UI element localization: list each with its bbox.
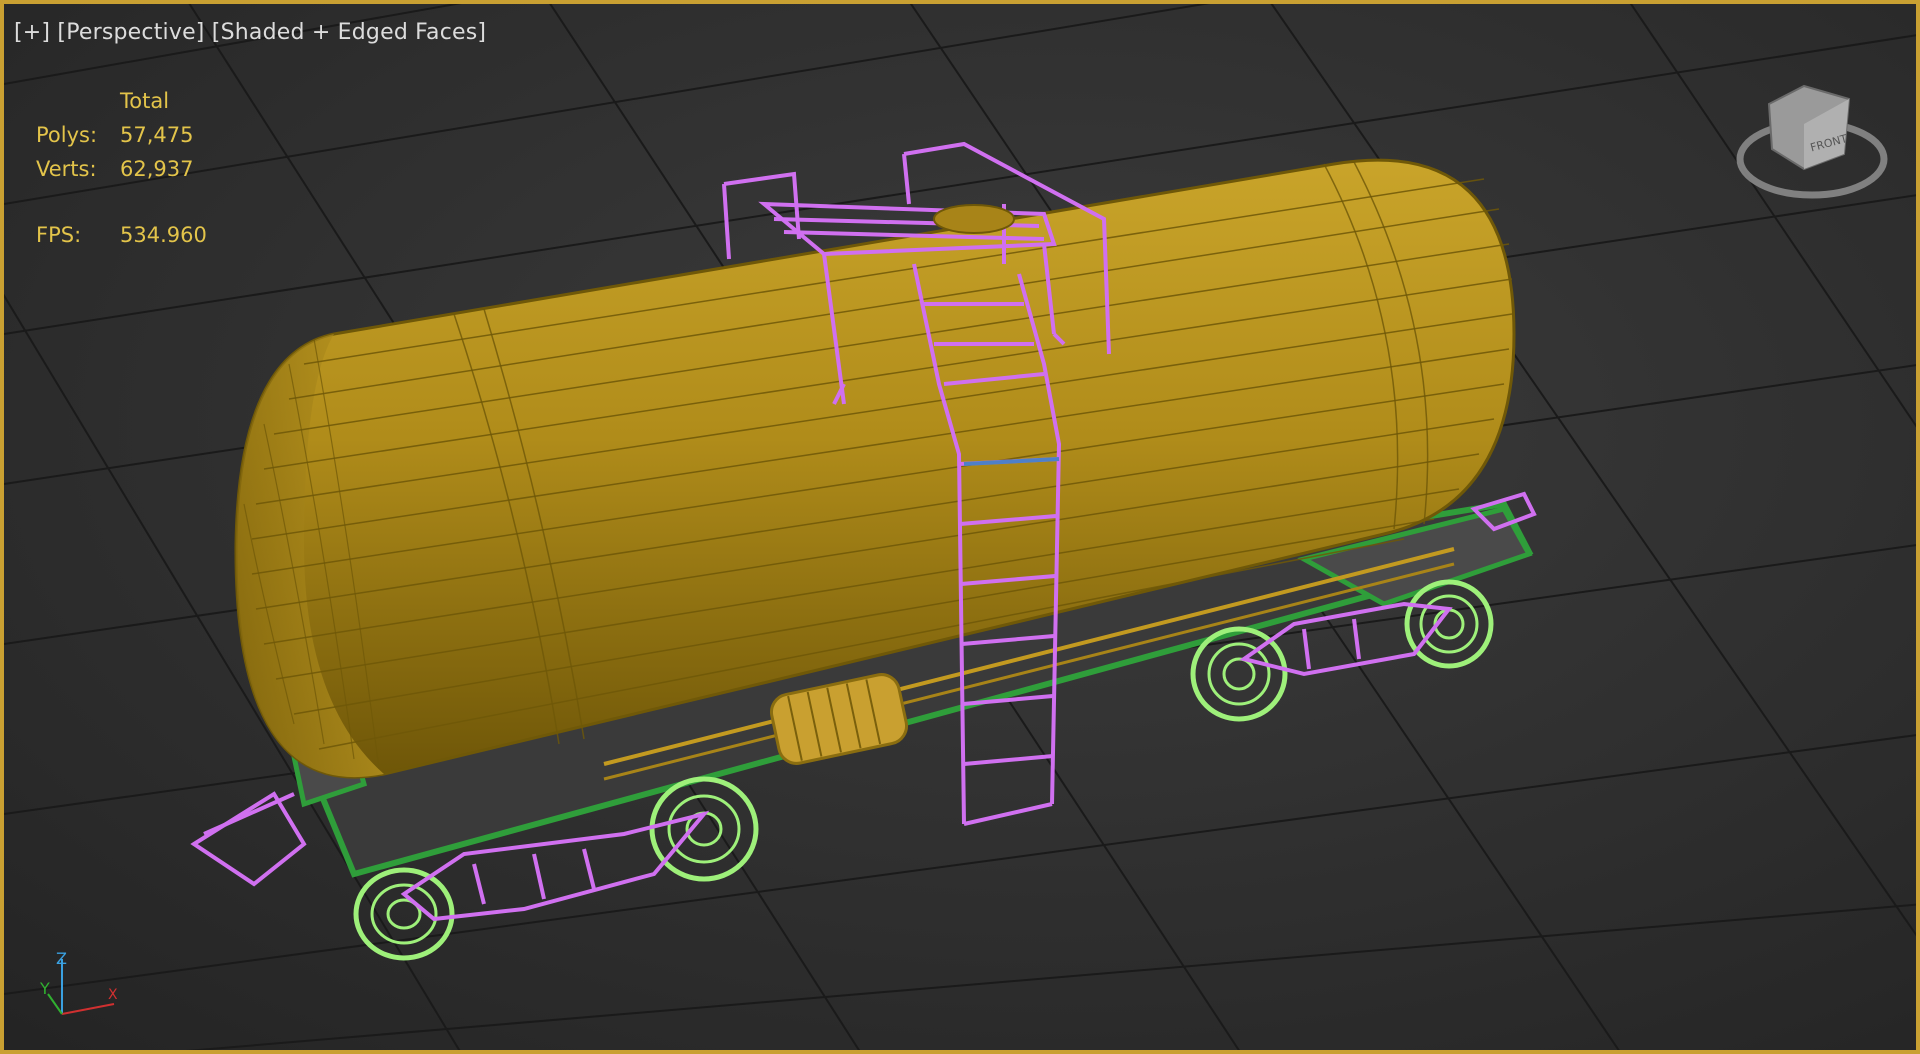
stats-header: Total	[120, 89, 170, 113]
perspective-viewport[interactable]: Z Y X FRONT [+] [Perspective] [Shaded + …	[0, 0, 1920, 1054]
stats-verts-row: Verts: 62,937	[36, 152, 207, 186]
axis-z-label: Z	[56, 949, 67, 968]
verts-label: Verts:	[36, 157, 97, 181]
stats-fps-row: FPS: 534.960	[36, 218, 207, 252]
axis-y-label: Y	[39, 979, 50, 998]
tank-hatch	[933, 204, 1015, 234]
fps-value: 534.960	[120, 223, 207, 247]
fps-label: FPS:	[36, 223, 82, 247]
viewport-shading-menu[interactable]: [Shaded + Edged Faces]	[212, 20, 486, 45]
scene-canvas[interactable]: Z Y X FRONT	[4, 4, 1920, 1054]
viewport-general-menu[interactable]: [+]	[14, 20, 50, 45]
axis-x-label: X	[108, 987, 118, 1003]
verts-value: 62,937	[120, 157, 194, 181]
viewport-label-menus: [+] [Perspective] [Shaded + Edged Faces]	[14, 20, 486, 45]
viewport-point-of-view-menu[interactable]: [Perspective]	[57, 20, 204, 45]
stats-polys-row: Polys: 57,475	[36, 118, 207, 152]
polys-label: Polys:	[36, 123, 98, 147]
viewport-statistics: Total Polys: 57,475 Verts: 62,937 FPS: 5…	[36, 84, 207, 252]
polys-value: 57,475	[120, 123, 194, 147]
